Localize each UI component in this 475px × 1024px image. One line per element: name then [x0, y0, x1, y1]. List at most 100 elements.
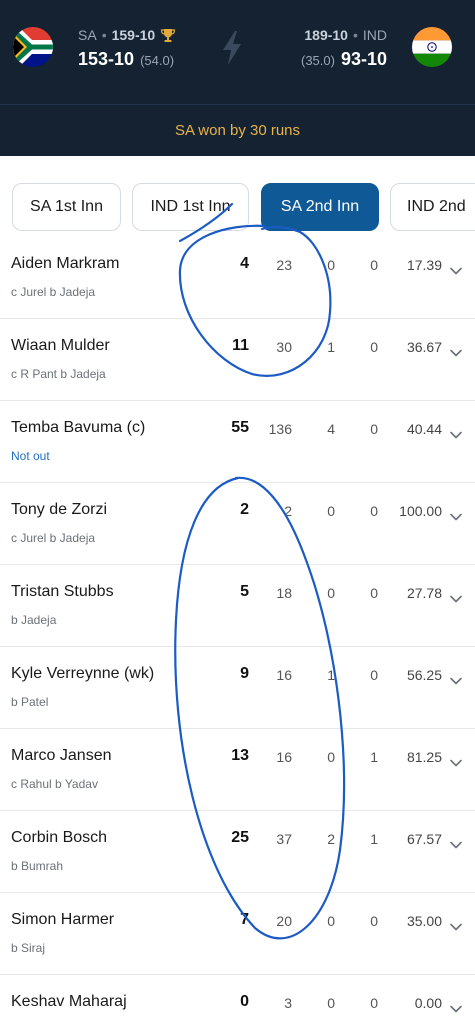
sa-team-code: SA	[78, 27, 97, 43]
separator-dot: •	[101, 27, 107, 43]
balls-value: 20	[276, 913, 292, 929]
chevron-down-icon[interactable]	[450, 1000, 462, 1013]
sixes-value: 0	[370, 257, 378, 273]
sixes-value: 0	[370, 421, 378, 437]
balls-value: 2	[284, 503, 292, 519]
runs-value: 4	[240, 255, 249, 272]
fours-value: 1	[327, 339, 335, 355]
balls-value: 3	[284, 995, 292, 1011]
batter-name: Keshav Maharaj	[11, 993, 127, 1010]
runs-value: 9	[240, 665, 249, 682]
batter-name: Corbin Bosch	[11, 829, 108, 846]
batter-name: Wiaan Mulder	[11, 337, 110, 354]
chevron-down-icon[interactable]	[450, 426, 462, 439]
runs-value: 25	[231, 829, 249, 846]
batter-row[interactable]: Kyle Verreynne (wk) b Patel 9 16 1 0 56.25	[0, 647, 475, 729]
strike-rate-value: 67.57	[406, 831, 442, 847]
strike-rate-value: 36.67	[406, 339, 442, 355]
fours-value: 0	[327, 257, 335, 273]
runs-value: 11	[232, 337, 249, 354]
batter-row[interactable]: Corbin Bosch b Bumrah 25 37 2 1 67.57	[0, 811, 475, 893]
lightning-bolt-icon	[221, 31, 243, 65]
strike-rate-value: 81.25	[406, 749, 442, 765]
strike-rate-value: 35.00	[406, 913, 442, 929]
runs-value: 7	[240, 911, 249, 928]
runs-value: 0	[240, 993, 249, 1010]
fours-value: 0	[327, 749, 335, 765]
batter-name: Marco Jansen	[11, 747, 112, 764]
dismissal-text: c Jurel b Jadeja	[11, 285, 96, 299]
sixes-value: 0	[370, 667, 378, 683]
south-africa-flag-icon	[13, 27, 53, 67]
balls-value: 18	[276, 585, 292, 601]
header-divider	[0, 104, 475, 105]
dismissal-text: b Jadeja	[11, 613, 57, 627]
batter-name: Tony de Zorzi	[11, 501, 108, 518]
sixes-value: 0	[370, 585, 378, 601]
dismissal-text: b Siraj	[11, 941, 46, 955]
runs-value: 2	[240, 501, 249, 518]
tab-sa-2nd-inn[interactable]: SA 2nd Inn	[261, 183, 379, 231]
sa-second-innings-score: 153-10	[78, 49, 135, 69]
sa-overs: (54.0)	[140, 53, 175, 68]
chevron-down-icon[interactable]	[450, 590, 462, 603]
strike-rate-value: 100.00	[399, 503, 442, 519]
ind-overs: (35.0)	[300, 53, 335, 68]
batter-row[interactable]: Simon Harmer b Siraj 7 20 0 0 35.00	[0, 893, 475, 975]
batter-row[interactable]: Tony de Zorzi c Jurel b Jadeja 2 2 0 0 100.00	[0, 483, 475, 565]
batter-row[interactable]: Wiaan Mulder c R Pant b Jadeja 11 30 1 0 36.67	[0, 319, 475, 401]
fours-value: 0	[327, 913, 335, 929]
ind-second-innings-score: 93-10	[340, 49, 387, 69]
match-result: SA won by 30 runs	[174, 122, 301, 139]
sixes-value: 0	[370, 339, 378, 355]
batter-name: Kyle Verreynne (wk)	[11, 665, 155, 682]
strike-rate-value: 40.44	[406, 421, 442, 437]
strike-rate-value: 27.78	[406, 585, 442, 601]
batter-name: Temba Bavuma (c)	[11, 419, 146, 436]
chevron-down-icon[interactable]	[450, 754, 462, 767]
batter-name: Simon Harmer	[11, 911, 115, 928]
batter-name: Tristan Stubbs	[11, 583, 114, 600]
chevron-down-icon[interactable]	[450, 344, 462, 357]
sixes-value: 0	[370, 503, 378, 519]
dismissal-text: b Patel	[11, 695, 49, 709]
batter-row[interactable]: Keshav Maharaj 0 3 0 0 0.00	[0, 975, 475, 1024]
match-header: SA • 159-10 153-10 (54.0) 189-10 • IND (…	[0, 0, 475, 156]
chevron-down-icon[interactable]	[450, 918, 462, 931]
dismissal-text: c Jurel b Jadeja	[11, 531, 96, 545]
dismissal-text: b Bumrah	[11, 859, 64, 873]
fours-value: 0	[327, 585, 335, 601]
sa-first-innings-score: 159-10	[111, 27, 156, 43]
tab-sa-1st-inn[interactable]: SA 1st Inn	[12, 183, 121, 231]
strike-rate-value: 56.25	[406, 667, 442, 683]
runs-value: 5	[240, 583, 249, 600]
ind-team-code: IND	[362, 27, 387, 43]
batter-row[interactable]: Aiden Markram c Jurel b Jadeja 4 23 0 0 17.39	[0, 237, 475, 319]
batter-row[interactable]: Tristan Stubbs b Jadeja 5 18 0 0 27.78	[0, 565, 475, 647]
sixes-value: 1	[370, 749, 378, 765]
batter-row[interactable]: Temba Bavuma (c) Not out 55 136 4 0 40.44	[0, 401, 475, 483]
sixes-value: 0	[370, 995, 378, 1011]
sixes-value: 1	[370, 831, 378, 847]
balls-value: 136	[268, 421, 292, 437]
dismissal-text: Not out	[11, 449, 50, 463]
runs-value: 55	[231, 419, 249, 436]
strike-rate-value: 17.39	[406, 257, 442, 273]
chevron-down-icon[interactable]	[450, 508, 462, 521]
separator-dot: •	[352, 27, 358, 43]
chevron-down-icon[interactable]	[450, 836, 462, 849]
chevron-down-icon[interactable]	[450, 262, 462, 275]
sa-team-summary: SA • 159-10 153-10 (54.0)	[78, 27, 176, 70]
innings-tabs: SA 1st Inn IND 1st Inn SA 2nd Inn IND 2n…	[0, 183, 475, 231]
india-flag-icon	[412, 27, 452, 67]
sixes-value: 0	[370, 913, 378, 929]
tab-ind-1st-inn[interactable]: IND 1st Inn	[132, 183, 249, 231]
batter-row[interactable]: Marco Jansen c Rahul b Yadav 13 16 0 1 81.25	[0, 729, 475, 811]
chevron-down-icon[interactable]	[450, 672, 462, 685]
balls-value: 37	[276, 831, 292, 847]
dismissal-text: c R Pant b Jadeja	[11, 367, 106, 381]
tab-ind-2nd-inn[interactable]: IND 2nd	[390, 183, 475, 231]
batting-scorecard: Aiden Markram c Jurel b Jadeja 4 23 0 0 17.39 W…	[0, 237, 475, 1024]
ind-first-innings-score: 189-10	[304, 27, 348, 43]
balls-value: 16	[276, 749, 292, 765]
